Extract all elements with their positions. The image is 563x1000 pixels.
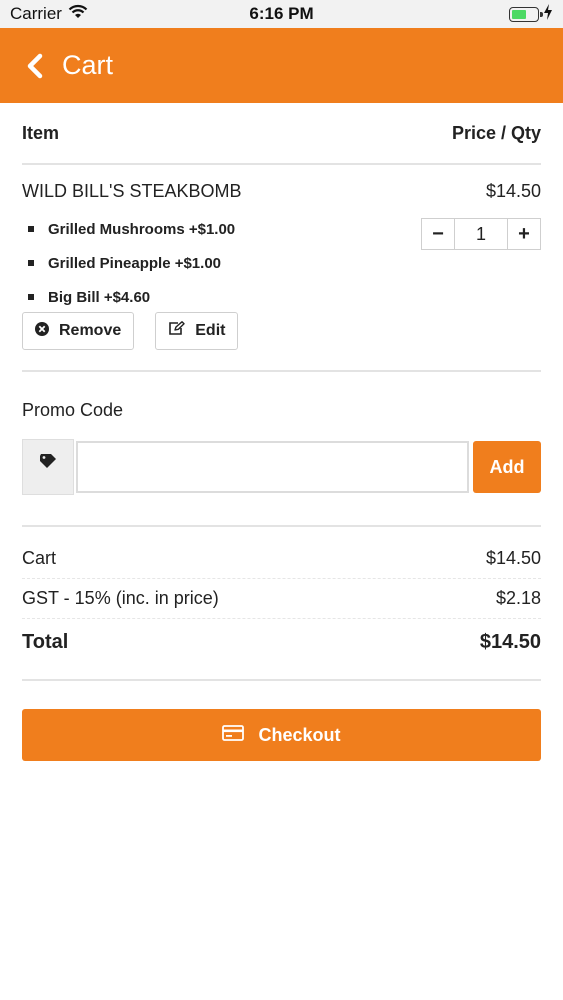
item-price: $14.50 [485, 181, 541, 201]
battery-icon [509, 6, 543, 22]
cart-subtotal-label: Cart [22, 548, 57, 568]
promo-code-input[interactable] [76, 441, 469, 493]
divider [22, 525, 541, 527]
chevron-left-icon[interactable] [22, 51, 46, 81]
credit-card-icon [222, 724, 245, 746]
promo-code-row: Add [22, 439, 541, 495]
modifier-item: Big Bill +$4.60 [22, 280, 541, 314]
wifi-icon [68, 4, 88, 24]
order-summary: Cart $14.50 GST - 15% (inc. in price) $2… [22, 539, 541, 665]
cart-item: WILD BILL'S STEAKBOMB $14.50 Grilled Mus… [22, 181, 541, 350]
item-name: WILD BILL'S STEAKBOMB [22, 181, 242, 201]
divider [22, 370, 541, 372]
quantity-value[interactable]: 1 [455, 218, 507, 250]
app-header: Cart [0, 28, 563, 103]
increase-quantity-button[interactable]: + [507, 218, 541, 250]
item-actions: Remove Edit [22, 312, 541, 350]
item-column-header: Item [22, 122, 60, 143]
cart-subtotal-value: $14.50 [485, 548, 541, 568]
battery-level [512, 9, 527, 19]
remove-button-label: Remove [59, 322, 122, 339]
decrease-quantity-button[interactable]: − [421, 218, 455, 250]
charging-icon [543, 3, 553, 25]
checkout-button-label: Checkout [258, 724, 341, 745]
cart-item-body: Grilled Mushrooms +$1.00 Grilled Pineapp… [22, 212, 541, 306]
status-left: Carrier [10, 4, 88, 24]
gst-label: GST - 15% (inc. in price) [22, 588, 219, 608]
edit-icon [168, 321, 185, 341]
quantity-stepper: − 1 + [421, 218, 541, 250]
total-value: $14.50 [479, 630, 541, 653]
edit-button-label: Edit [195, 322, 226, 339]
carrier-label: Carrier [10, 4, 62, 23]
remove-circle-icon [35, 321, 49, 341]
price-qty-column-header: Price / Qty [451, 122, 541, 143]
status-right [509, 3, 553, 25]
edit-button[interactable]: Edit [155, 312, 239, 350]
page-title: Cart [62, 50, 114, 80]
divider [22, 679, 541, 681]
total-label: Total [22, 630, 69, 653]
summary-row-total: Total $14.50 [22, 619, 541, 665]
modifier-item: Grilled Pineapple +$1.00 [22, 246, 541, 280]
cart-content: Item Price / Qty WILD BILL'S STEAKBOMB $… [22, 103, 541, 761]
cart-table-header: Item Price / Qty [22, 103, 541, 165]
summary-row-gst: GST - 15% (inc. in price) $2.18 [22, 579, 541, 619]
tag-icon [22, 439, 74, 495]
gst-value: $2.18 [495, 588, 541, 608]
checkout-button[interactable]: Checkout [22, 709, 541, 761]
add-promo-button[interactable]: Add [473, 441, 541, 493]
cart-item-row: WILD BILL'S STEAKBOMB $14.50 [22, 181, 541, 202]
promo-code-label: Promo Code [22, 400, 124, 420]
summary-row-cart: Cart $14.50 [22, 539, 541, 579]
status-bar: Carrier 6:16 PM [0, 0, 563, 28]
remove-button[interactable]: Remove [22, 312, 135, 350]
